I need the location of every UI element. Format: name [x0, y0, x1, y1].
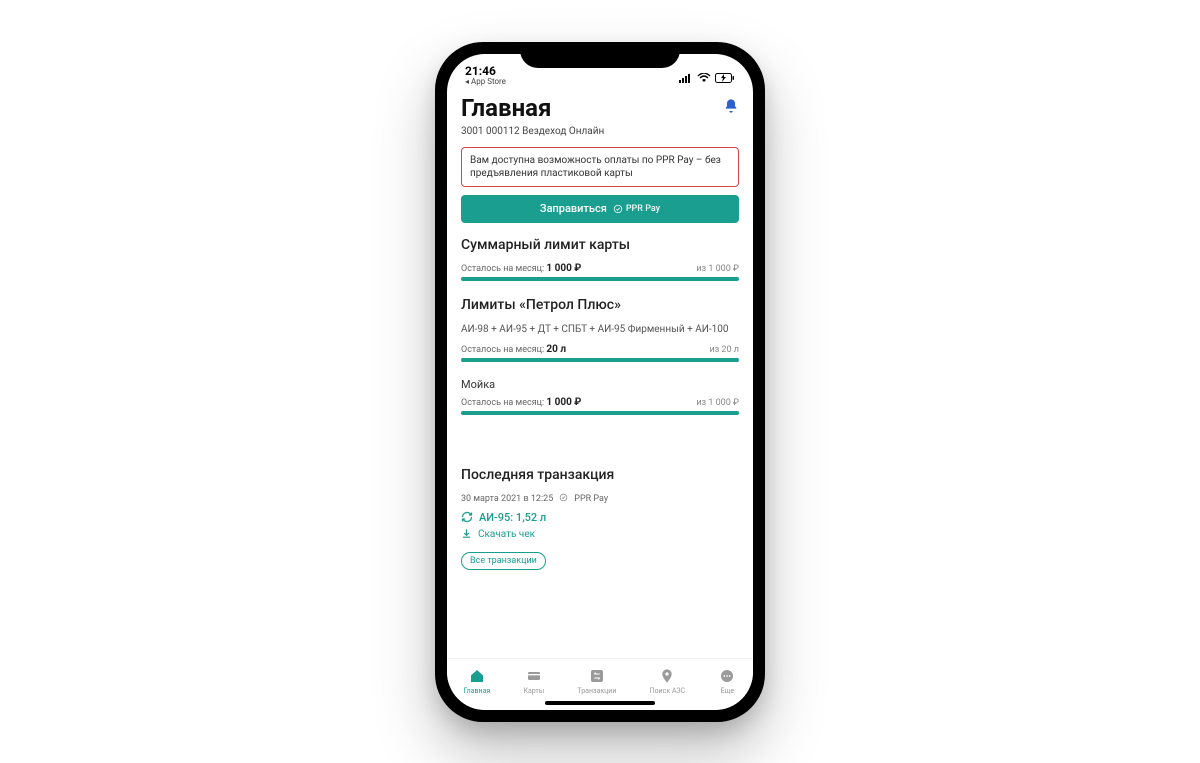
summary-value: 1 000 ₽ — [546, 263, 581, 274]
more-icon — [718, 667, 736, 685]
download-receipt[interactable]: Скачать чек — [461, 528, 739, 542]
fuel-left-label: Осталось на месяц: — [461, 345, 544, 355]
summary-right: из 1 000 ₽ — [696, 264, 739, 274]
refuel-label: Заправиться — [540, 202, 607, 215]
status-right — [679, 73, 735, 86]
summary-progress — [461, 277, 739, 281]
tab-cards-label: Карты — [523, 687, 544, 695]
summary-left-label: Осталось на месяц: — [461, 264, 544, 274]
fuel-progress — [461, 358, 739, 362]
wifi-icon — [697, 73, 711, 86]
page-title: Главная — [461, 94, 551, 122]
main-content[interactable]: Главная 3001 000112 Вездеход Онлайн Вам … — [447, 88, 753, 658]
txn-meta: 30 марта 2021 в 12:25 PPR Pay — [461, 493, 739, 505]
phone-frame: 21:46 ◂ App Store Главная — [435, 42, 765, 722]
wash-progress — [461, 411, 739, 415]
swap-icon — [588, 667, 606, 685]
notch — [520, 42, 680, 68]
all-transactions-button[interactable]: Все транзакции — [461, 552, 546, 570]
fuel-types: АИ-98 + АИ-95 + ДТ + СПБТ + АИ-95 Фирмен… — [461, 323, 739, 336]
txn-badge: PPR Pay — [574, 494, 608, 504]
txn-product: АИ-95: 1,52 л — [479, 511, 546, 524]
tab-search-label: Поиск АЗС — [650, 687, 686, 695]
battery-icon — [715, 73, 735, 86]
refresh-icon — [461, 511, 473, 523]
status-time: 21:46 — [465, 65, 506, 77]
fuel-value: 20 л — [546, 344, 566, 355]
refuel-button[interactable]: Заправиться PPR Pay — [461, 195, 739, 223]
fuel-right: из 20 л — [709, 345, 739, 355]
tab-transactions-label: Транзакции — [577, 687, 616, 695]
tab-home-label: Главная — [464, 687, 491, 695]
wash-value: 1 000 ₽ — [546, 397, 581, 408]
wash-left-label: Осталось на месяц: — [461, 398, 544, 408]
wash-title: Мойка — [461, 378, 739, 391]
txn-badge-icon — [559, 493, 568, 505]
tab-cards[interactable]: Карты — [523, 667, 544, 695]
txn-date: 30 марта 2021 в 12:25 — [461, 494, 553, 504]
petrol-title: Лимиты «Петрол Плюс» — [461, 297, 739, 313]
txn-product-row[interactable]: АИ-95: 1,52 л — [461, 511, 739, 524]
notifications-button[interactable] — [723, 98, 739, 118]
summary-limit-title: Суммарный лимит карты — [461, 237, 739, 253]
spacer — [461, 431, 739, 467]
pin-icon — [658, 667, 676, 685]
card-icon — [525, 667, 543, 685]
back-to-appstore[interactable]: ◂ App Store — [465, 78, 506, 86]
download-icon — [461, 528, 472, 542]
tab-more-label: Еще — [721, 687, 735, 695]
tab-home[interactable]: Главная — [464, 667, 491, 695]
status-left: 21:46 ◂ App Store — [465, 65, 506, 86]
promo-banner: Вам доступна возможность оплаты по PPR P… — [461, 147, 739, 187]
fuel-limit-row: Осталось на месяц: 20 л из 20 л — [461, 344, 739, 355]
tab-more[interactable]: Еще — [718, 667, 736, 695]
header-row: Главная — [461, 94, 739, 122]
home-indicator[interactable] — [545, 701, 655, 705]
wash-right: из 1 000 ₽ — [696, 398, 739, 408]
summary-limit-row: Осталось на месяц: 1 000 ₽ из 1 000 ₽ — [461, 263, 739, 274]
tab-transactions[interactable]: Транзакции — [577, 667, 616, 695]
signal-icon — [679, 73, 693, 86]
account-subtitle: 3001 000112 Вездеход Онлайн — [461, 126, 739, 137]
home-icon — [468, 667, 486, 685]
ppr-pay-badge: PPR Pay — [613, 204, 660, 214]
last-txn-title: Последняя транзакция — [461, 467, 739, 483]
download-label: Скачать чек — [478, 529, 535, 540]
tab-search-stations[interactable]: Поиск АЗС — [650, 667, 686, 695]
screen: 21:46 ◂ App Store Главная — [447, 54, 753, 710]
wash-limit-row: Осталось на месяц: 1 000 ₽ из 1 000 ₽ — [461, 397, 739, 408]
